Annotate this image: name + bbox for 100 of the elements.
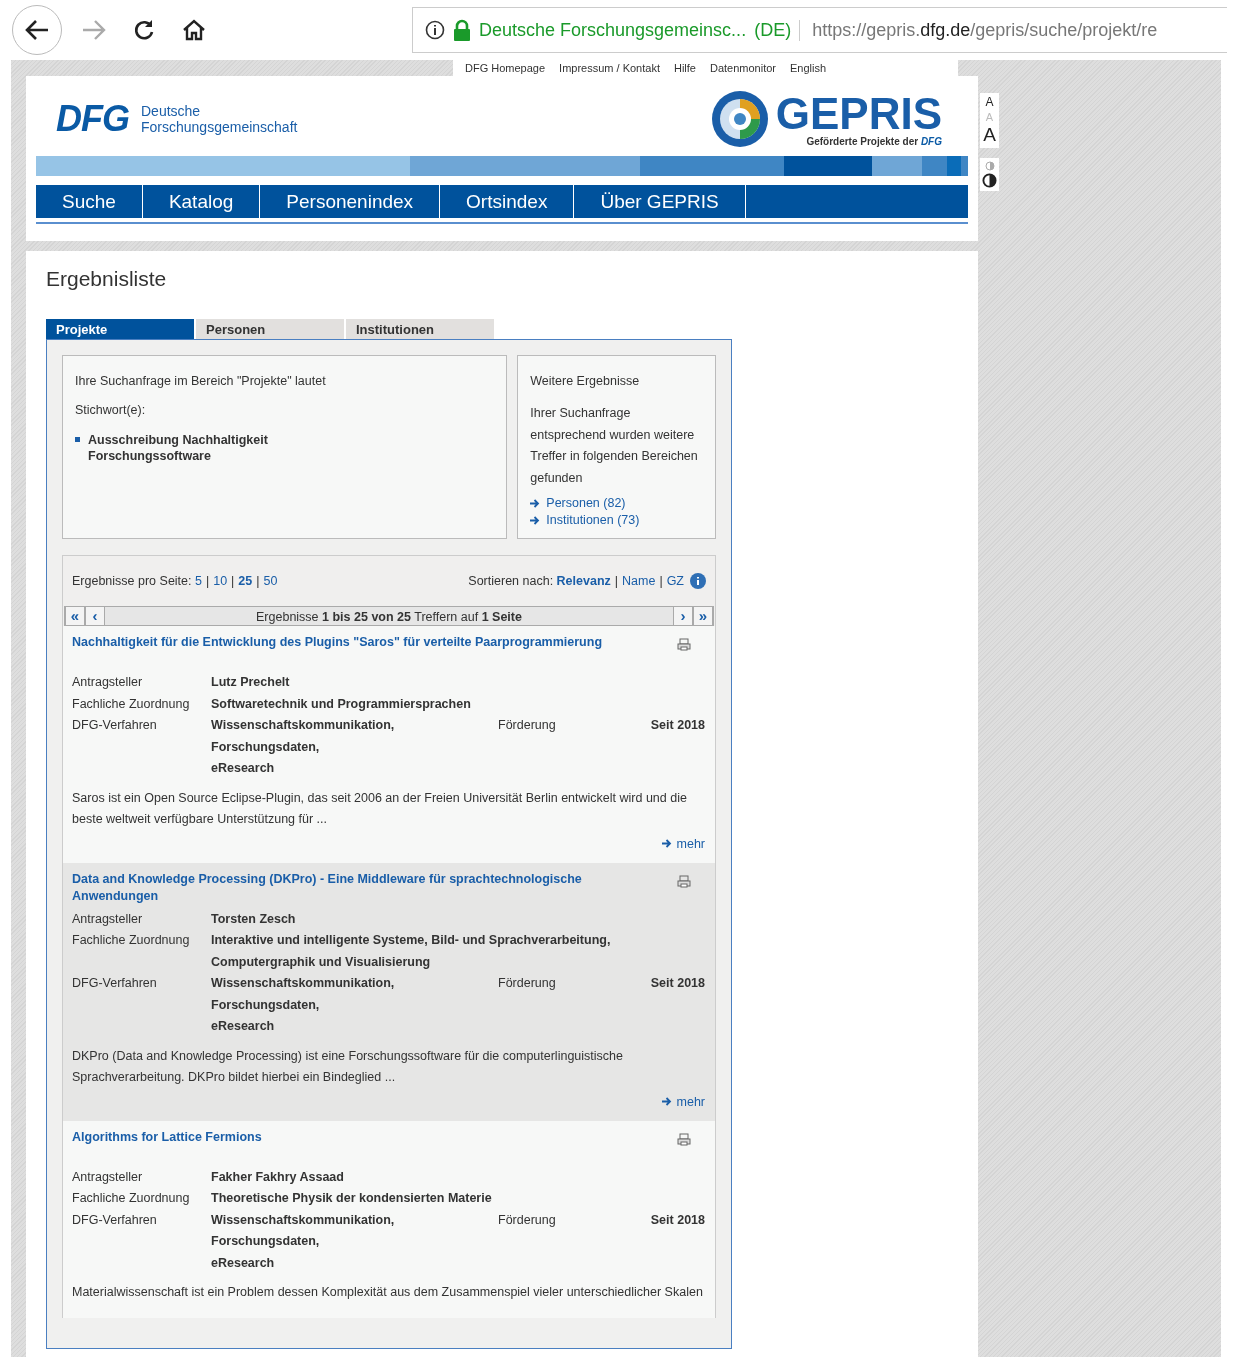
reload-icon: [132, 18, 156, 42]
tab[interactable]: Personen: [196, 319, 344, 339]
field-label: Antragsteller: [72, 1168, 144, 1186]
bullet-icon: [75, 437, 80, 442]
top-link[interactable]: Hilfe: [673, 62, 696, 74]
field-value: Lutz Prechelt: [211, 674, 291, 691]
per-page-label: Ergebnisse pro Seite:: [72, 574, 192, 588]
result-description: DKPro (Data and Knowledge Processing) ist eine Forschungssoftware für die computerlinguistische Sprachverarbeitung. DKPro bildet hierbei ein Bindeglied ...: [72, 1047, 624, 1086]
contrast-icon[interactable]: [982, 173, 997, 188]
field-label: DFG-Verfahren: [72, 975, 158, 992]
tab[interactable]: Institutionen: [346, 319, 494, 339]
separator: |: [256, 574, 260, 588]
more-results-title: Weitere Ergebnisse: [530, 374, 641, 389]
site-country: (DE): [754, 19, 792, 41]
field-value: Interaktive und intelligente Systeme, Bild- und Sprachverarbeitung, Computergraphik und Visualisierung: [211, 932, 612, 971]
font-size-button[interactable]: A: [985, 96, 994, 109]
lock-icon: [453, 19, 471, 41]
home-icon: [181, 18, 207, 42]
field-label: Antragsteller: [72, 910, 144, 928]
per-page-option[interactable]: 5: [195, 574, 202, 588]
result-description: Saros ist ein Open Source Eclipse-Plugin, das seit 2006 an der Freien Universität Berlin entwickelt wird und die beste weltweit verfügbare Unterstützung für ...: [72, 789, 688, 828]
result-link[interactable]: Personen (82): [530, 495, 703, 512]
back-arrow-icon: [24, 18, 50, 42]
field-value: Wissenschaftskommunikation, Forschungsdaten, eResearch: [211, 1211, 396, 1272]
separator: |: [205, 574, 210, 588]
globe-logo-icon: [709, 89, 770, 149]
nav-item[interactable]: Über GEPRIS: [574, 185, 746, 218]
arrow-icon: [661, 839, 672, 848]
separator: |: [231, 574, 235, 588]
url-text: https://gepris.dfg.de/gepris/suche/projekt/re: [799, 19, 1158, 41]
separator: |: [659, 574, 663, 588]
dfg-logo: DFG: [56, 98, 129, 140]
next-page-button[interactable]: ›: [673, 607, 693, 625]
more-results-text: Ihrer Suchanfrage entsprechend wurden weitere Treffer in folgenden Bereichen gefunden: [530, 405, 699, 487]
per-page-option[interactable]: 25: [238, 574, 253, 588]
nav-item[interactable]: Personenindex: [260, 185, 441, 218]
per-page-option[interactable]: 50: [263, 574, 278, 588]
top-link[interactable]: Datenmonitor: [710, 62, 777, 74]
print-icon[interactable]: [677, 1132, 691, 1146]
arrow-icon: [661, 1097, 672, 1106]
sort-label: Sortieren nach:: [468, 574, 554, 588]
back-button[interactable]: [12, 5, 62, 55]
nav-item[interactable]: Katalog: [142, 185, 261, 218]
field-value: Torsten Zesch: [211, 910, 297, 928]
field-label: DFG-Verfahren: [72, 717, 158, 734]
result-title[interactable]: Algorithms for Lattice Fermions: [72, 1128, 612, 1146]
tab[interactable]: Projekte: [46, 319, 194, 339]
field-value: Seit 2018: [649, 717, 705, 734]
previous-page-button[interactable]: ‹: [85, 607, 105, 625]
sort-option[interactable]: Relevanz: [556, 574, 611, 588]
results-summary: Ergebnisse 1 bis 25 von 25 Treffern auf 1 Seite: [255, 609, 523, 625]
separator: |: [614, 574, 619, 588]
top-link[interactable]: English: [790, 62, 827, 74]
gepris-logo: GEPRIS: [775, 91, 942, 136]
per-page-option[interactable]: 10: [213, 574, 228, 588]
field-value: Softwaretechnik und Programmiersprachen: [211, 695, 472, 713]
result-title[interactable]: Nachhaltigkeit für die Entwicklung des Plugins "Saros" für verteilte Paarprogrammierung: [72, 634, 612, 651]
field-value: Wissenschaftskommunikation, Forschungsdaten, eResearch: [211, 717, 396, 777]
first-page-button[interactable]: «: [65, 607, 85, 625]
field-label: Förderung: [498, 717, 557, 734]
top-link[interactable]: DFG Homepage: [465, 62, 546, 74]
field-value: Theoretische Physik der kondensierten Materie: [211, 1190, 493, 1207]
keyword-label: Stichwort(e):: [75, 403, 147, 418]
more-link[interactable]: mehr: [72, 1092, 705, 1111]
field-label: Fachliche Zuordnung: [72, 932, 191, 949]
more-link[interactable]: mehr: [72, 834, 705, 853]
field-value: Seit 2018: [649, 975, 705, 992]
result-description: Materialwissenschaft ist ein Problem dessen Komplexität aus dem Zusammenspiel vieler unterschiedlicher Skalen: [72, 1284, 704, 1301]
font-size-button[interactable]: A: [983, 125, 996, 145]
keyword: Ausschreibung Nachhaltigkeit Forschungssoftware: [88, 432, 268, 464]
field-value: Wissenschaftskommunikation, Forschungsdaten, eResearch: [211, 975, 396, 1035]
query-intro: Ihre Suchanfrage im Bereich "Projekte" lautet: [75, 374, 327, 389]
field-value: Fakher Fakhry Assaad: [211, 1168, 345, 1186]
field-label: Antragsteller: [72, 674, 144, 691]
site-name: Deutsche Forschungsgemeinsc...: [479, 19, 747, 41]
top-link[interactable]: Impressum / Kontakt: [559, 62, 660, 74]
arrow-icon: [530, 499, 541, 508]
last-page-button[interactable]: »: [693, 607, 713, 625]
arrow-icon: [530, 516, 541, 525]
sort-option[interactable]: Name: [622, 574, 656, 588]
field-label: DFG-Verfahren: [72, 1211, 158, 1229]
address-bar[interactable]: Deutsche Forschungsgemeinsc... (DE) https://gepris.dfg.de/gepris/suche/projekt/re: [412, 7, 1227, 53]
sort-option[interactable]: GZ: [666, 574, 684, 588]
result-link[interactable]: Institutionen (73): [530, 512, 703, 529]
page-title: Ergebnisliste: [46, 267, 168, 291]
print-icon[interactable]: [677, 874, 691, 888]
tagline: Geförderte Projekte der DFG: [806, 135, 942, 147]
result-title[interactable]: Data and Knowledge Processing (DKPro) - Eine Middleware für sprachtechnologische Anwendungen: [72, 870, 612, 905]
field-label: Fachliche Zuordnung: [72, 695, 191, 713]
forward-arrow-icon: [81, 18, 107, 42]
print-icon[interactable]: [677, 638, 691, 651]
field-value: Seit 2018: [649, 1211, 705, 1229]
nav-item[interactable]: Ortsindex: [440, 185, 575, 218]
field-label: Förderung: [498, 975, 557, 992]
info-icon: [425, 20, 445, 40]
field-label: Fachliche Zuordnung: [72, 1190, 191, 1207]
info-icon[interactable]: [690, 573, 706, 589]
field-label: Förderung: [498, 1211, 557, 1229]
nav-item[interactable]: Suche: [36, 185, 143, 218]
organization-name: Deutsche Forschungsgemeinschaft: [141, 103, 298, 135]
